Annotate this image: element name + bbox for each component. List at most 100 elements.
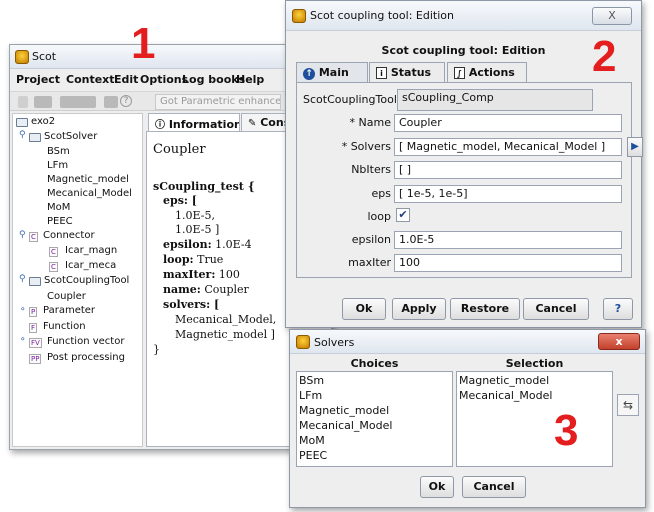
list-item[interactable]: Magnetic_model [299,404,389,417]
apply-button[interactable]: Apply [392,298,446,320]
tree-solver-item[interactable]: Magnetic_model [47,174,129,185]
tab-status[interactable]: i Status [369,62,445,82]
cancel-button[interactable]: Cancel [523,298,589,320]
epsilon-label: epsilon [351,233,391,246]
info-heading: Coupler [153,142,206,157]
maxiter-field[interactable]: 100 [394,254,622,272]
expand-icon[interactable]: ⚬ [19,335,27,345]
epsilon-field[interactable]: 1.0E-5 [394,231,622,249]
expand-icon[interactable]: ⚲ [19,130,26,140]
tab-main[interactable]: ↑ Main [296,62,368,82]
tree-coupler[interactable]: Coupler [47,291,86,302]
menu-options[interactable]: Options [140,73,188,86]
scot-app-icon [296,335,310,349]
tree-coupling-tool[interactable]: ScotCouplingTool [44,275,129,286]
tree-scot-solver[interactable]: ScotSolver [44,131,97,142]
tree-solver-item[interactable]: PEEC [47,216,73,227]
info-loop-value: True [193,253,224,266]
solvers-dialog: Solvers x Choices Selection BSm LFm Magn… [289,329,646,508]
tree-solver-item[interactable]: BSm [47,146,70,157]
tree-function[interactable]: Function [43,321,86,332]
cancel-button[interactable]: Cancel [462,476,526,498]
name-field[interactable]: Coupler [394,114,622,132]
list-item[interactable]: BSm [299,374,324,387]
maxiter-label: maxIter [348,256,391,269]
tree-solver-item[interactable]: LFm [47,160,68,171]
list-item[interactable]: Mecanical_Model [459,389,552,402]
folder-icon [16,118,28,127]
info-eps-value: 1.0E-5, [175,209,215,222]
info-loop-key: loop: [163,253,194,266]
tree-solver-item[interactable]: Mecanical_Model [47,188,132,199]
tab-information[interactable]: ⓘ Information [148,113,240,131]
info-maxiter-key: maxIter: [163,268,216,281]
tree-connector-item[interactable]: Icar_magn [65,245,117,256]
help-icon[interactable]: ? [120,95,132,107]
list-item[interactable]: Mecanical_Model [299,419,392,432]
window-title: Scot [32,50,57,63]
folder-icon [29,133,41,142]
console-icon: ✎ [248,118,257,129]
info-eps-key: eps: [ [163,194,197,207]
close-button[interactable]: X [592,7,632,25]
window-title: Scot coupling tool: Edition [310,9,454,22]
selection-list[interactable]: Magnetic_model Mecanical_Model [456,371,613,467]
solvers-picker-button[interactable]: ▶ [627,137,643,157]
connector-tag-icon: C [49,262,58,272]
list-item[interactable]: PEEC [299,449,327,462]
tab-main-label: Main [318,66,349,79]
niters-field[interactable]: [ ] [394,161,622,179]
grip-icon [18,96,28,108]
info-object: sCoupling_test { [153,180,255,193]
info-solvers-key: solvers: [ [163,298,220,311]
eps-field[interactable]: [ 1e-5, 1e-5] [394,185,622,203]
help-button[interactable]: ? [603,298,633,320]
list-item[interactable]: MoM [299,434,325,447]
scot-app-icon [15,50,29,64]
tree-solver-item[interactable]: MoM [47,202,70,213]
run-icon[interactable] [104,96,118,108]
info-epsilon-key: epsilon: [163,238,212,251]
loop-checkbox[interactable]: ✔ [396,208,410,222]
annotation-number: 2 [592,32,617,81]
tree-connector-item[interactable]: Icar_meca [65,260,116,271]
solvers-field[interactable]: [ Magnetic_model, Mecanical_Model ] [394,138,622,156]
tree-root[interactable]: exo2 [31,116,55,127]
menu-context[interactable]: Context [66,73,115,86]
tree-parameter[interactable]: Parameter [43,305,95,316]
expand-icon[interactable]: ⚲ [19,274,26,284]
project-tree: exo2 ⚲ ScotSolver BSm LFm Magnetic_model… [12,113,143,447]
choices-header: Choices [350,357,399,370]
open-project-icon[interactable] [34,96,52,108]
title-bar: Scot [10,45,332,69]
ok-button[interactable]: Ok [342,298,386,320]
info-epsilon-value: 1.0E-4 [211,238,252,251]
loop-label: loop [367,210,392,223]
title-bar: Solvers x [290,330,645,354]
post-tag-icon: PP [29,354,42,364]
close-button[interactable]: x [598,333,640,350]
context-field[interactable]: Got Parametric enhanced [155,94,281,110]
expand-icon[interactable]: ⚬ [19,305,27,315]
list-item[interactable]: LFm [299,389,322,402]
info-icon: ⓘ [155,120,165,131]
ok-button[interactable]: Ok [420,476,454,498]
transfer-arrows-icon[interactable]: ⇆ [617,394,639,416]
choices-list[interactable]: BSm LFm Magnetic_model Mecanical_Model M… [296,371,453,467]
save-icons[interactable] [60,96,96,108]
menu-project[interactable]: Project [16,73,60,86]
tree-post-processing[interactable]: Post processing [47,352,125,363]
connector-tag-icon: C [49,247,58,257]
tree-connector[interactable]: Connector [43,230,95,241]
tab-actions[interactable]: ∫ Actions [447,62,527,82]
tool-field: sCoupling_Comp [397,89,593,111]
function-tag-icon: F [29,323,38,333]
list-item[interactable]: Magnetic_model [459,374,549,387]
expand-icon[interactable]: ⚲ [19,230,26,240]
tab-status-label: Status [390,66,432,79]
restore-button[interactable]: Restore [450,298,520,320]
tree-function-vector[interactable]: Function vector [47,336,124,347]
menu-help[interactable]: Help [236,73,264,86]
menu-edit[interactable]: Edit [114,73,138,86]
connector-tag-icon: C [29,232,38,242]
